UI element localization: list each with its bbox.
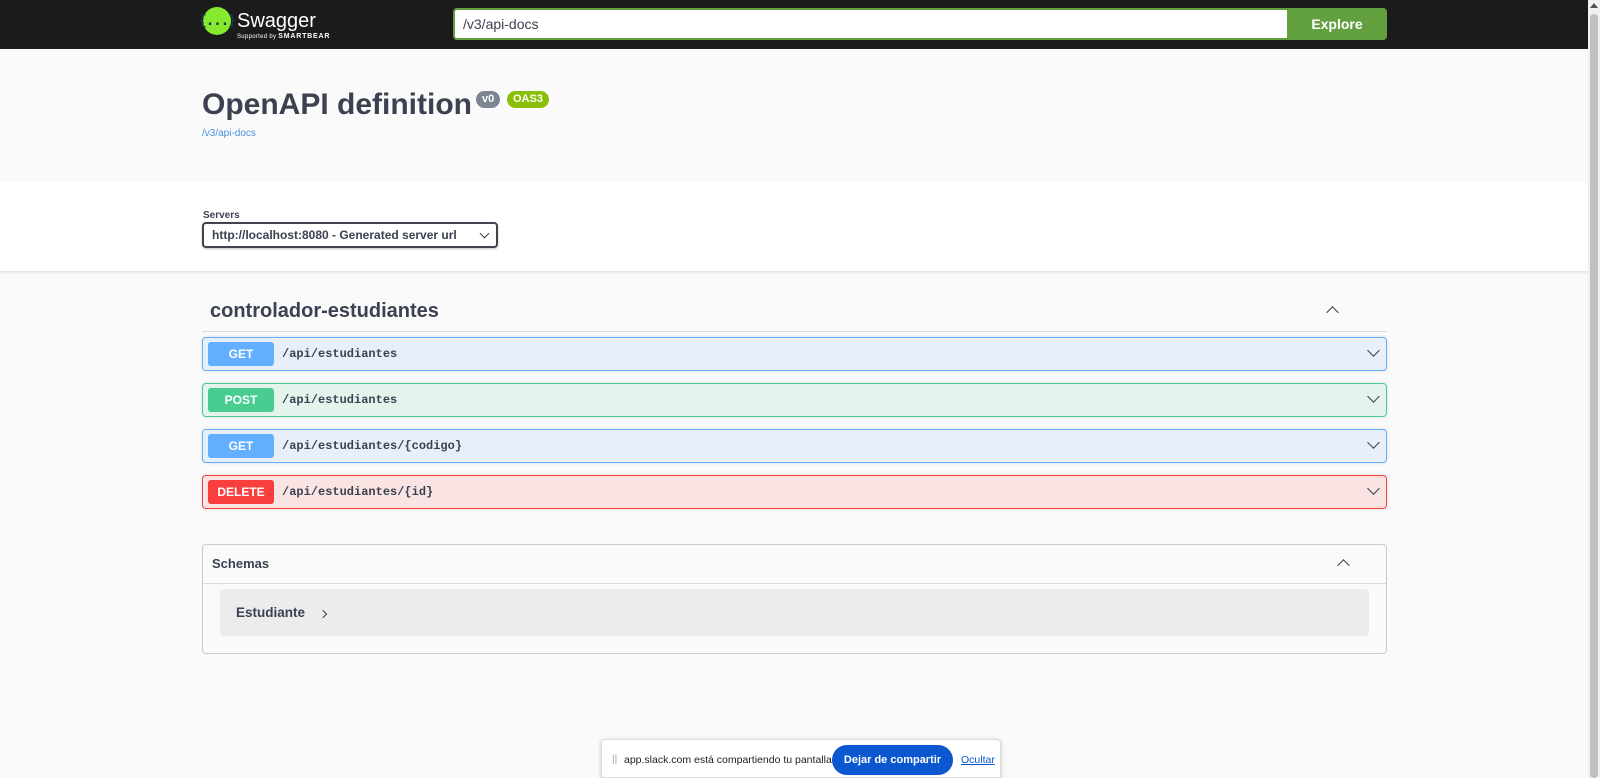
chevron-down-icon	[479, 228, 490, 238]
schemas-header[interactable]: Schemas	[203, 545, 1386, 584]
schemas-title: Schemas	[212, 556, 270, 571]
scroll-up-arrow-icon[interactable]	[1590, 3, 1598, 8]
page-title: OpenAPI definition	[202, 88, 472, 121]
chevron-down-icon[interactable]	[1367, 344, 1380, 357]
stop-sharing-button[interactable]: Dejar de compartir	[832, 745, 953, 775]
schema-item-estudiante[interactable]: Estudiante	[220, 589, 1369, 636]
hide-link[interactable]: Ocultar	[961, 754, 995, 766]
method-badge: POST	[208, 388, 274, 412]
share-message: app.slack.com está compartiendo tu panta…	[624, 754, 835, 766]
topbar: {...} Swagger Supported by SMARTBEAR Exp…	[0, 0, 1588, 49]
swagger-logo[interactable]: {...} Swagger Supported by SMARTBEAR	[198, 7, 333, 43]
servers-select-value: http://localhost:8080 - Generated server…	[212, 228, 457, 242]
method-badge: DELETE	[208, 480, 274, 504]
version-badge: v0	[476, 91, 501, 108]
operation-get-estudiante-by-codigo[interactable]: GET /api/estudiantes/{codigo}	[202, 429, 1387, 463]
swagger-logo-subtitle: Supported by SMARTBEAR	[237, 33, 330, 40]
screen-share-bar: || app.slack.com está compartiendo tu pa…	[601, 739, 1001, 778]
operation-post-estudiantes[interactable]: POST /api/estudiantes	[202, 383, 1387, 417]
method-badge: GET	[208, 342, 274, 366]
logo-brand-text: SMARTBEAR	[278, 33, 331, 40]
operation-get-estudiantes[interactable]: GET /api/estudiantes	[202, 337, 1387, 371]
explore-button[interactable]: Explore	[1287, 8, 1387, 40]
oas-badge: OAS3	[507, 91, 549, 108]
chevron-down-icon[interactable]	[1367, 436, 1380, 449]
tag-title: controlador-estudiantes	[210, 300, 439, 322]
schemas-section: Schemas Estudiante	[202, 544, 1387, 654]
spec-url-input[interactable]	[453, 8, 1287, 40]
spec-link[interactable]: /v3/api-docs	[202, 128, 256, 139]
servers-label: Servers	[203, 210, 240, 221]
operation-path: /api/estudiantes/{codigo}	[282, 439, 463, 453]
schema-name: Estudiante	[236, 605, 306, 620]
operation-delete-estudiante[interactable]: DELETE /api/estudiantes/{id}	[202, 475, 1387, 509]
page-scrollbar[interactable]	[1588, 0, 1600, 778]
chevron-down-icon[interactable]	[1367, 482, 1380, 495]
scrollbar-thumb[interactable]	[1590, 14, 1598, 778]
drag-handle-icon[interactable]: ||	[612, 754, 617, 765]
chevron-up-icon[interactable]	[1337, 559, 1350, 572]
tag-header[interactable]: controlador-estudiantes	[202, 292, 1387, 332]
servers-select[interactable]: http://localhost:8080 - Generated server…	[202, 222, 498, 248]
chevron-right-icon[interactable]	[318, 609, 328, 619]
operation-path: /api/estudiantes	[282, 347, 398, 361]
chevron-up-icon[interactable]	[1326, 306, 1339, 319]
logo-supported-text: Supported by	[237, 34, 277, 40]
swagger-logo-icon: {...}	[198, 7, 237, 35]
method-badge: GET	[208, 434, 274, 458]
swagger-logo-text: Swagger	[237, 10, 316, 32]
operation-path: /api/estudiantes/{id}	[282, 485, 434, 499]
chevron-down-icon[interactable]	[1367, 390, 1380, 403]
operation-path: /api/estudiantes	[282, 393, 398, 407]
